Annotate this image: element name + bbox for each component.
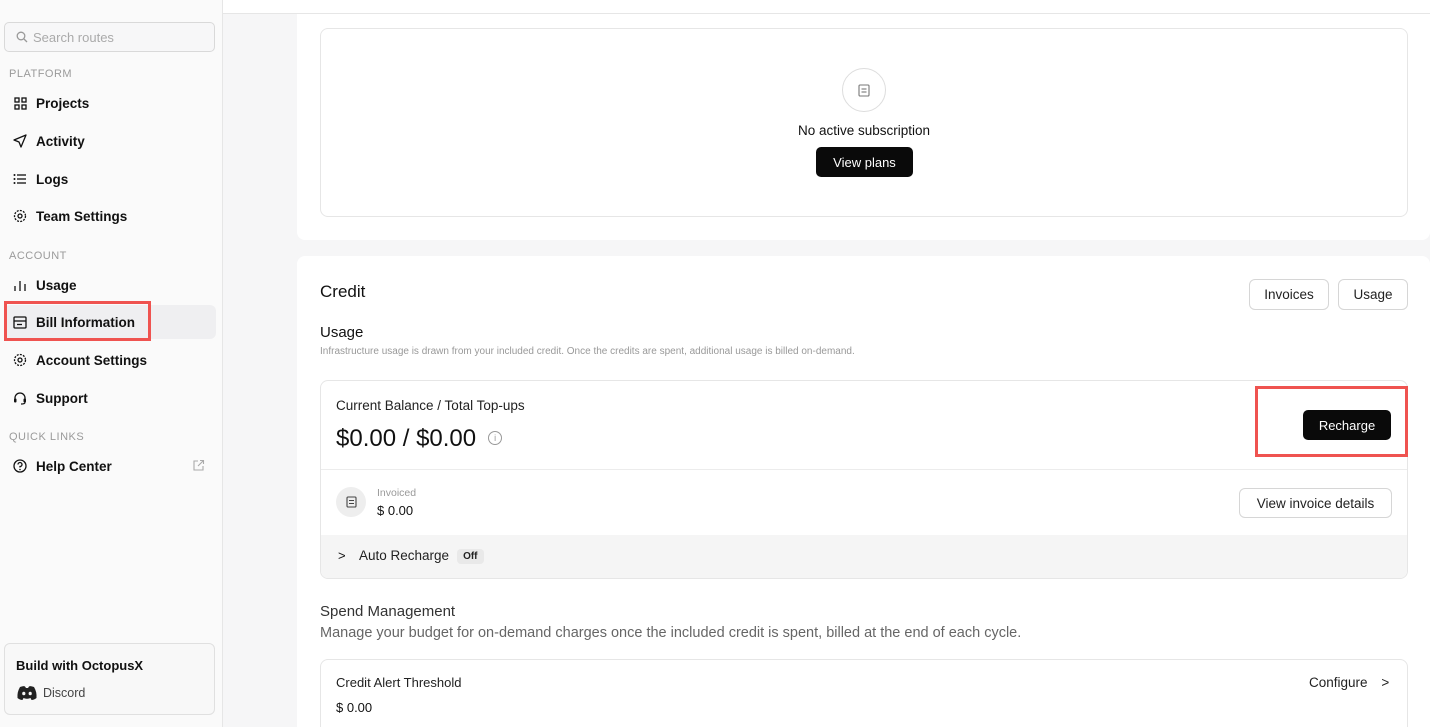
sidebar-item-usage[interactable]: Usage — [4, 268, 216, 302]
subscription-panel: No active subscription View plans — [297, 14, 1430, 240]
gear-icon — [12, 208, 28, 224]
sidebar-item-logs[interactable]: Logs — [4, 162, 216, 196]
sidebar-item-label: Support — [36, 390, 88, 406]
sidebar-item-help-center[interactable]: Help Center — [4, 449, 216, 483]
sidebar-item-label: Usage — [36, 277, 77, 293]
configure-label: Configure — [1309, 675, 1368, 690]
credit-alert-label: Credit Alert Threshold — [336, 675, 462, 690]
invoiced-value: $ 0.00 — [377, 503, 414, 518]
credit-alert-value: $ 0.00 — [336, 700, 373, 715]
help-icon — [12, 458, 28, 474]
balance-label: Current Balance / Total Top-ups — [336, 398, 525, 413]
sidebar-item-label: Logs — [36, 171, 69, 187]
grid-icon — [12, 95, 28, 111]
auto-recharge-label: Auto Recharge — [359, 548, 450, 563]
document-icon — [842, 68, 886, 112]
search-placeholder: Search routes — [33, 29, 114, 45]
usage-description: Infrastructure usage is drawn from your … — [320, 346, 855, 357]
invoices-button[interactable]: Invoices — [1249, 279, 1329, 310]
platform-section-label: PLATFORM — [9, 68, 73, 80]
build-card: Build with OctopusX Discord — [4, 643, 215, 715]
balance-value-row: $0.00 / $0.00 i — [336, 425, 503, 453]
discord-link[interactable]: Discord — [16, 685, 85, 701]
usage-button[interactable]: Usage — [1338, 279, 1408, 310]
view-plans-button[interactable]: View plans — [816, 147, 913, 177]
info-icon[interactable]: i — [488, 430, 503, 445]
sidebar-item-label: Activity — [36, 133, 85, 149]
auto-recharge-row[interactable]: > Auto Recharge Off — [321, 535, 1407, 578]
auto-recharge-status-badge: Off — [457, 548, 484, 564]
chevron-right-icon: > — [1381, 675, 1390, 690]
spend-management-title: Spend Management — [320, 603, 456, 620]
balance-card: Current Balance / Total Top-ups $0.00 / … — [320, 380, 1408, 579]
usage-heading: Usage — [320, 324, 364, 341]
no-subscription-text: No active subscription — [797, 123, 931, 138]
quick-links-section-label: QUICK LINKS — [9, 431, 85, 443]
search-icon — [16, 31, 28, 43]
sidebar-item-label: Help Center — [36, 458, 112, 474]
build-card-title: Build with OctopusX — [16, 658, 144, 673]
account-section-label: ACCOUNT — [9, 250, 67, 262]
sidebar-item-projects[interactable]: Projects — [4, 86, 216, 120]
headset-icon — [12, 390, 28, 406]
recharge-button[interactable]: Recharge — [1303, 410, 1391, 440]
sidebar-item-label: Projects — [36, 95, 90, 111]
sidebar-item-label: Bill Information — [36, 314, 135, 330]
search-input[interactable]: Search routes — [4, 22, 215, 52]
billing-icon — [12, 314, 28, 330]
sidebar-item-account-settings[interactable]: Account Settings — [4, 343, 216, 377]
subscription-card: No active subscription View plans — [320, 28, 1408, 217]
credit-title: Credit — [320, 282, 366, 301]
discord-label: Discord — [43, 686, 86, 700]
divider — [321, 469, 1407, 470]
configure-link[interactable]: Configure > — [1309, 675, 1389, 690]
sidebar: Search routes PLATFORM Projects Activity… — [0, 0, 223, 727]
credit-panel: Credit Invoices Usage Usage Infrastructu… — [297, 256, 1430, 727]
invoice-icon — [336, 487, 366, 517]
list-icon — [12, 171, 28, 187]
sidebar-item-team-settings[interactable]: Team Settings — [4, 199, 216, 233]
top-bar — [223, 0, 1430, 14]
auto-recharge-label-wrap: Auto Recharge Off — [359, 548, 484, 564]
chevron-right-icon: > — [338, 548, 346, 563]
view-invoice-details-button[interactable]: View invoice details — [1239, 488, 1392, 518]
credit-alert-card: Credit Alert Threshold $ 0.00 Configure … — [320, 659, 1408, 727]
bar-chart-icon — [12, 277, 28, 293]
spend-management-description: Manage your budget for on-demand charges… — [320, 625, 1022, 641]
external-link-icon[interactable] — [192, 459, 205, 477]
sidebar-item-activity[interactable]: Activity — [4, 124, 216, 158]
sidebar-item-label: Account Settings — [36, 352, 148, 368]
gear-icon — [12, 352, 28, 368]
discord-icon — [17, 686, 37, 700]
sidebar-item-bill-information[interactable]: Bill Information — [4, 305, 216, 339]
balance-value: $0.00 / $0.00 — [336, 425, 477, 452]
invoiced-label: Invoiced — [377, 487, 417, 499]
sidebar-item-label: Team Settings — [36, 208, 128, 224]
send-icon — [12, 133, 28, 149]
sidebar-item-support[interactable]: Support — [4, 381, 216, 415]
